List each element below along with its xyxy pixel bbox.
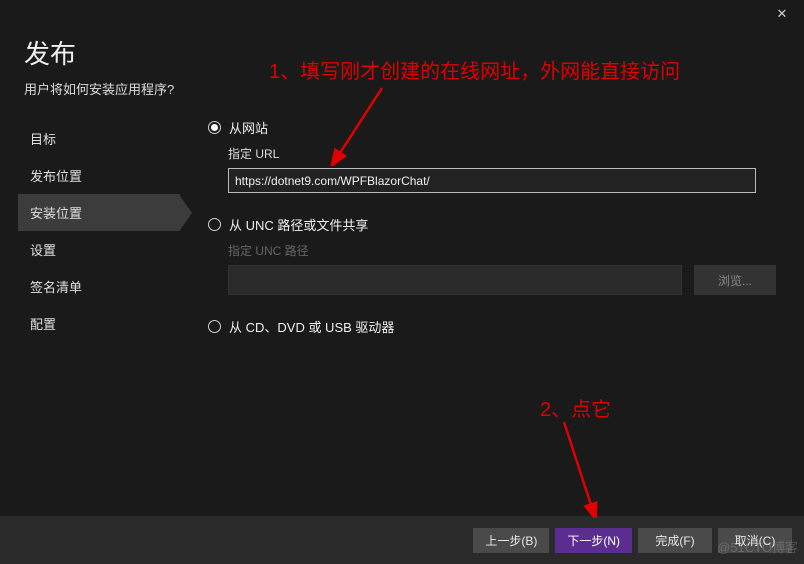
radio-label: 从网站 bbox=[229, 118, 268, 137]
option-website: 从网站 指定 URL bbox=[208, 118, 776, 193]
page-subtitle: 用户将如何安装应用程序? bbox=[24, 79, 780, 98]
body: 目标 发布位置 安装位置 设置 签名清单 配置 从网站 指定 URL 从 UNC… bbox=[0, 112, 804, 516]
unc-input bbox=[228, 265, 682, 295]
next-button[interactable]: 下一步(N) bbox=[555, 528, 632, 553]
radio-website[interactable]: 从网站 bbox=[208, 118, 776, 137]
url-label: 指定 URL bbox=[228, 145, 776, 162]
close-icon[interactable]: ✕ bbox=[768, 4, 796, 24]
page-title: 发布 bbox=[24, 34, 780, 71]
radio-cd[interactable]: 从 CD、DVD 或 USB 驱动器 bbox=[208, 317, 776, 336]
sidebar-item-signing-manifest[interactable]: 签名清单 bbox=[18, 268, 180, 305]
radio-label: 从 UNC 路径或文件共享 bbox=[229, 215, 368, 234]
sidebar-item-publish-location[interactable]: 发布位置 bbox=[18, 157, 180, 194]
radio-icon bbox=[208, 320, 221, 333]
option-unc: 从 UNC 路径或文件共享 指定 UNC 路径 浏览... bbox=[208, 215, 776, 295]
sidebar-item-install-location[interactable]: 安装位置 bbox=[18, 194, 180, 231]
sidebar-item-target[interactable]: 目标 bbox=[18, 120, 180, 157]
url-input[interactable] bbox=[228, 168, 756, 193]
sidebar-item-configuration[interactable]: 配置 bbox=[18, 305, 180, 342]
content: 从网站 指定 URL 从 UNC 路径或文件共享 指定 UNC 路径 浏览... bbox=[180, 112, 804, 516]
footer: 上一步(B) 下一步(N) 完成(F) 取消(C) bbox=[0, 516, 804, 564]
radio-label: 从 CD、DVD 或 USB 驱动器 bbox=[229, 317, 394, 336]
radio-icon bbox=[208, 121, 221, 134]
radio-unc[interactable]: 从 UNC 路径或文件共享 bbox=[208, 215, 776, 234]
back-button[interactable]: 上一步(B) bbox=[473, 528, 549, 553]
unc-label: 指定 UNC 路径 bbox=[228, 242, 776, 259]
browse-button: 浏览... bbox=[694, 265, 776, 295]
radio-icon bbox=[208, 218, 221, 231]
header: 发布 用户将如何安装应用程序? bbox=[0, 28, 804, 112]
option-cd: 从 CD、DVD 或 USB 驱动器 bbox=[208, 317, 776, 336]
sidebar: 目标 发布位置 安装位置 设置 签名清单 配置 bbox=[0, 112, 180, 516]
finish-button[interactable]: 完成(F) bbox=[638, 528, 712, 553]
publish-dialog: ✕ 发布 用户将如何安装应用程序? 目标 发布位置 安装位置 设置 签名清单 配… bbox=[0, 0, 804, 564]
sidebar-item-settings[interactable]: 设置 bbox=[18, 231, 180, 268]
cancel-button[interactable]: 取消(C) bbox=[718, 528, 792, 553]
titlebar: ✕ bbox=[0, 0, 804, 28]
